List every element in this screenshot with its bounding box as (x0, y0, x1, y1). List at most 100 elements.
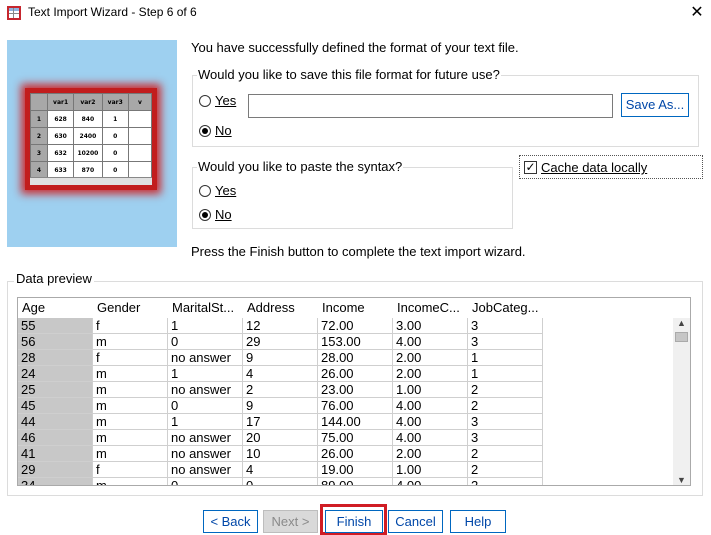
illustration-cell: 1 (101, 110, 129, 128)
cancel-button[interactable]: Cancel (388, 510, 443, 533)
data-preview-scrollbar[interactable]: ▲ ▼ (673, 318, 690, 485)
table-cell: 4.00 (393, 398, 468, 414)
table-cell: 26.00 (318, 446, 393, 462)
table-cell: 55 (18, 318, 93, 334)
cache-data-label: Cache data locally (541, 160, 648, 175)
finish-button[interactable]: Finish (325, 510, 383, 533)
table-cell: m (93, 398, 168, 414)
table-cell: 29 (243, 334, 318, 350)
illustration-cell: 632 (46, 144, 75, 162)
table-cell: 3 (468, 334, 543, 350)
grid-body: 55 f 1 12 72.00 3.00 3 56 m 0 29 153.00 4.00 3 28 f no a… (18, 318, 543, 485)
table-cell: f (93, 350, 168, 366)
table-cell: 56 (18, 334, 93, 350)
table-cell: 20 (243, 430, 318, 446)
illustration-cell (127, 127, 152, 145)
table-cell: 28 (18, 350, 93, 366)
table-cell: no answer (168, 430, 243, 446)
table-cell: 9 (243, 350, 318, 366)
scroll-thumb[interactable] (675, 332, 688, 342)
table-cell: 23.00 (318, 382, 393, 398)
illustration-cell (127, 144, 152, 162)
illustration-cell: 0 (101, 161, 129, 179)
table-cell: 29 (18, 462, 93, 478)
grid-column-header[interactable]: Gender (93, 298, 168, 317)
illustration-grid: var1 var2 var3 v 1 628 840 1 2 630 2400 … (30, 93, 152, 185)
table-cell: 3 (468, 318, 543, 334)
grid-column-header[interactable]: IncomeC... (393, 298, 468, 317)
illustration-cell: 10200 (73, 144, 103, 162)
table-cell: 12 (243, 318, 318, 334)
scroll-down-icon[interactable]: ▼ (673, 475, 690, 485)
help-button[interactable]: Help (450, 510, 506, 533)
illustration-col-header: var3 (101, 93, 129, 111)
data-preview-label: Data preview (14, 271, 94, 286)
grid-column-header[interactable]: Income (318, 298, 393, 317)
radio-label: Yes (215, 183, 237, 198)
table-cell: 2 (468, 446, 543, 462)
table-row: 24 m 1 4 26.00 2.00 1 (18, 366, 543, 382)
table-cell: 144.00 (318, 414, 393, 430)
radio-selected-icon (199, 208, 211, 221)
window-title: Text Import Wizard - Step 6 of 6 (28, 5, 197, 19)
data-preview-grid[interactable]: Age Gender MaritalSt... Address Income I… (17, 297, 691, 486)
paste-syntax-group (192, 167, 513, 229)
table-cell: 4.00 (393, 334, 468, 350)
table-cell: 153.00 (318, 334, 393, 350)
back-button-label: < Back (210, 514, 251, 529)
illustration-frame: var1 var2 var3 v 1 628 840 1 2 630 2400 … (25, 88, 157, 190)
close-icon[interactable]: ✕ (684, 1, 710, 25)
table-cell: 3.00 (393, 318, 468, 334)
table-cell: 10 (243, 446, 318, 462)
table-cell: 1 (468, 366, 543, 382)
table-row: 25 m no answer 2 23.00 1.00 2 (18, 382, 543, 398)
save-format-question: Would you like to save this file format … (197, 67, 501, 82)
table-cell: 1 (168, 366, 243, 382)
illustration-row-number: 2 (30, 127, 48, 145)
save-as-button[interactable]: Save As... (621, 93, 689, 117)
table-row: 41 m no answer 10 26.00 2.00 2 (18, 446, 543, 462)
table-cell: 2 (468, 462, 543, 478)
table-cell: m (93, 382, 168, 398)
table-cell: 9 (243, 398, 318, 414)
scroll-up-icon[interactable]: ▲ (673, 318, 690, 328)
save-format-yes-radio[interactable]: Yes (199, 93, 236, 108)
table-cell: 19.00 (318, 462, 393, 478)
illustration-cell: 0 (101, 144, 129, 162)
radio-label: No (215, 207, 232, 222)
table-cell: 17 (243, 414, 318, 430)
table-cell: 1 (168, 414, 243, 430)
grid-column-header[interactable]: MaritalSt... (168, 298, 243, 317)
table-cell: 4.00 (393, 414, 468, 430)
save-format-no-radio[interactable]: No (199, 123, 232, 138)
wizard-illustration: var1 var2 var3 v 1 628 840 1 2 630 2400 … (7, 40, 177, 247)
next-button-label: Next > (271, 514, 310, 529)
grid-column-header[interactable]: Age (18, 298, 93, 317)
table-cell: 75.00 (318, 430, 393, 446)
table-cell: 3 (468, 414, 543, 430)
grid-column-header[interactable]: JobCateg... (468, 298, 543, 317)
table-row: 34 m 0 0 89.00 4.00 2 (18, 478, 543, 485)
back-button[interactable]: < Back (203, 510, 258, 533)
paste-syntax-no-radio[interactable]: No (199, 207, 232, 222)
cancel-button-label: Cancel (395, 514, 436, 529)
illustration-cell: 630 (46, 127, 75, 145)
finish-instruction: Press the Finish button to complete the … (191, 244, 526, 259)
table-cell: 4 (243, 462, 318, 478)
grid-header-row: Age Gender MaritalSt... Address Income I… (18, 298, 543, 317)
table-cell: 28.00 (318, 350, 393, 366)
illustration-cell: 840 (73, 110, 103, 128)
paste-syntax-yes-radio[interactable]: Yes (199, 183, 236, 198)
illustration-cell (127, 110, 152, 128)
grid-column-header[interactable]: Address (243, 298, 318, 317)
table-cell: 41 (18, 446, 93, 462)
table-cell: 0 (243, 478, 318, 485)
table-row: 55 f 1 12 72.00 3.00 3 (18, 318, 543, 334)
radio-icon (199, 94, 211, 107)
table-cell: 1 (168, 318, 243, 334)
next-button[interactable]: Next > (263, 510, 318, 533)
cache-data-checkbox[interactable]: ✓ Cache data locally (519, 155, 703, 179)
table-cell: m (93, 478, 168, 485)
save-format-path-input[interactable] (248, 94, 613, 118)
illustration-col-header: v (127, 93, 152, 111)
